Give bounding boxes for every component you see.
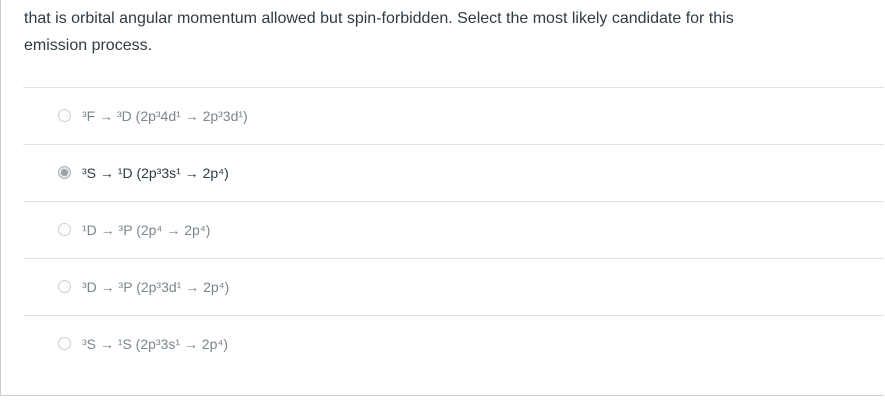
question-text-line-2: emission process. [24,37,153,54]
answer-list: ³F → ³D (2p³4d¹ → 2p³3d¹) ³S → ¹D (2p³3s… [23,87,884,372]
question-text-line-1: that is orbital angular momentum allowed… [24,10,734,27]
radio-button-option-4[interactable] [58,280,71,293]
radio-button-option-3[interactable] [58,223,71,236]
quiz-question-panel: that is orbital angular momentum allowed… [0,0,884,396]
answer-option-3[interactable]: ¹D → ³P (2p⁴ → 2p⁴) [23,201,884,258]
answer-option-1-label[interactable]: ³F → ³D (2p³4d¹ → 2p³3d¹) [82,108,248,124]
answer-option-2[interactable]: ³S → ¹D (2p³3s¹ → 2p⁴) [23,144,884,201]
radio-button-option-1[interactable] [58,109,71,122]
answer-option-5[interactable]: ³S → ¹S (2p³3s¹ → 2p⁴) [23,315,884,372]
question-text: that is orbital angular momentum allowed… [24,5,864,59]
answer-option-3-label[interactable]: ¹D → ³P (2p⁴ → 2p⁴) [82,222,210,238]
answer-option-5-label[interactable]: ³S → ¹S (2p³3s¹ → 2p⁴) [82,336,228,352]
radio-button-option-2[interactable] [58,166,71,179]
radio-selected-dot [61,169,68,176]
answer-option-1[interactable]: ³F → ³D (2p³4d¹ → 2p³3d¹) [23,87,884,144]
answer-option-4[interactable]: ³D → ³P (2p³3d¹ → 2p⁴) [23,258,884,315]
radio-button-option-5[interactable] [58,337,71,350]
answer-option-2-label[interactable]: ³S → ¹D (2p³3s¹ → 2p⁴) [82,165,229,181]
answer-option-4-label[interactable]: ³D → ³P (2p³3d¹ → 2p⁴) [82,279,229,295]
